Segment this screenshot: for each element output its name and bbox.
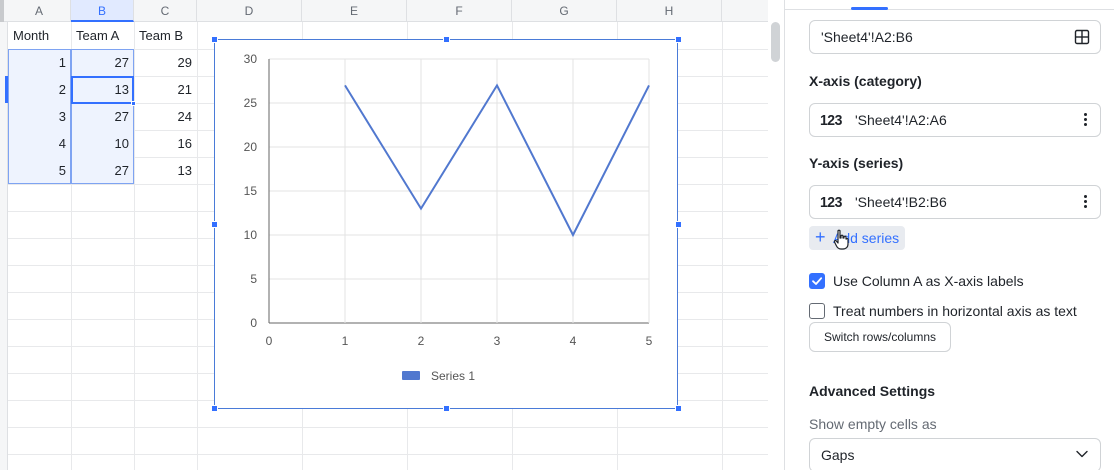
chevron-down-icon — [1076, 450, 1088, 458]
x-tick-label: 1 — [342, 334, 349, 348]
x-axis-section-label: X-axis (category) — [809, 73, 922, 89]
x-axis-range-value: 'Sheet4'!A2:A6 — [855, 112, 947, 128]
chart-settings-panel: 'Sheet4'!A2:B6 X-axis (category) 123 'Sh… — [784, 0, 1114, 470]
x-tick-label: 5 — [646, 334, 653, 348]
resize-handle-right[interactable] — [675, 221, 682, 228]
grid-line — [722, 22, 723, 470]
check-icon — [812, 277, 823, 285]
data-range-value: 'Sheet4'!A2:B6 — [821, 29, 913, 45]
use-column-a-checkbox[interactable] — [809, 273, 825, 289]
column-header-row: A B C D E F G H — [0, 0, 768, 22]
grid-line — [8, 454, 768, 455]
column-header-c[interactable]: C — [134, 0, 197, 22]
advanced-settings-heading[interactable]: Advanced Settings — [809, 383, 935, 399]
select-all-corner[interactable] — [0, 0, 4, 22]
cell-a4[interactable]: 3 — [8, 103, 71, 130]
more-options-icon[interactable] — [1084, 195, 1088, 209]
show-empty-cells-select[interactable]: Gaps — [809, 438, 1101, 470]
y-tick-label: 0 — [250, 316, 257, 330]
cell-b6[interactable]: 27 — [71, 157, 134, 184]
cell-c4[interactable]: 24 — [134, 103, 197, 130]
panel-tab-divider — [785, 9, 1114, 10]
cell-b3[interactable]: 13 — [71, 76, 134, 103]
resize-handle-top-right[interactable] — [675, 36, 682, 43]
cell-a3[interactable]: 2 — [8, 76, 71, 103]
cell-a6[interactable]: 5 — [8, 157, 71, 184]
data-range-field[interactable]: 'Sheet4'!A2:B6 — [809, 20, 1101, 54]
number-type-icon: 123 — [820, 193, 842, 211]
y-tick-label: 30 — [244, 52, 258, 66]
y-tick-label: 10 — [244, 228, 258, 242]
column-header-a[interactable]: A — [8, 0, 71, 22]
cell-b5[interactable]: 10 — [71, 130, 134, 157]
x-tick-label: 0 — [266, 334, 273, 348]
y-tick-label: 5 — [250, 272, 257, 286]
grid-line — [197, 22, 198, 470]
cell-c6[interactable]: 13 — [134, 157, 197, 184]
switch-rows-columns-button[interactable]: Switch rows/columns — [809, 322, 951, 352]
line-chart[interactable]: 0 5 10 15 20 25 30 0 1 2 3 4 5 Series 1 — [214, 39, 678, 409]
x-tick-label: 4 — [570, 334, 577, 348]
treat-numbers-checkbox[interactable] — [809, 303, 825, 319]
more-options-icon[interactable] — [1084, 113, 1088, 127]
resize-handle-bottom-left[interactable] — [211, 405, 218, 412]
cell-c1[interactable]: Team B — [134, 22, 197, 49]
legend-label: Series 1 — [431, 369, 475, 383]
column-header-b[interactable]: B — [71, 0, 134, 22]
y-axis-range-value: 'Sheet4'!B2:B6 — [855, 194, 947, 210]
treat-numbers-label: Treat numbers in horizontal axis as text — [833, 303, 1077, 319]
cell-a1[interactable]: Month — [8, 22, 71, 49]
grid-line — [8, 427, 768, 428]
column-header-g[interactable]: G — [512, 0, 617, 22]
add-series-button[interactable]: + Add series — [809, 226, 905, 250]
cell-a5[interactable]: 4 — [8, 130, 71, 157]
resize-handle-left[interactable] — [211, 221, 218, 228]
y-axis-range-field[interactable]: 123 'Sheet4'!B2:B6 — [809, 185, 1101, 219]
resize-handle-bottom-right[interactable] — [675, 405, 682, 412]
legend-swatch — [402, 371, 420, 380]
use-column-a-label: Use Column A as X-axis labels — [833, 273, 1024, 289]
cell-c2[interactable]: 29 — [134, 49, 197, 76]
y-tick-label: 15 — [244, 184, 258, 198]
x-tick-label: 2 — [418, 334, 425, 348]
active-tab-indicator — [851, 7, 888, 10]
grid-select-icon[interactable] — [1074, 29, 1090, 45]
y-tick-label: 25 — [244, 96, 258, 110]
x-tick-label: 3 — [494, 334, 501, 348]
show-empty-cells-value: Gaps — [821, 447, 855, 463]
cell-c5[interactable]: 16 — [134, 130, 197, 157]
plus-icon: + — [815, 227, 826, 247]
resize-handle-top[interactable] — [443, 36, 450, 43]
resize-handle-top-left[interactable] — [211, 36, 218, 43]
resize-handle-bottom[interactable] — [443, 405, 450, 412]
y-tick-label: 20 — [244, 140, 258, 154]
cell-a2[interactable]: 1 — [8, 49, 71, 76]
vertical-scrollbar[interactable] — [771, 22, 780, 62]
number-type-icon: 123 — [820, 111, 842, 129]
show-empty-cells-label: Show empty cells as — [809, 416, 937, 432]
y-axis-section-label: Y-axis (series) — [809, 155, 904, 171]
cell-b2[interactable]: 27 — [71, 49, 134, 76]
column-header-h[interactable]: H — [617, 0, 722, 22]
column-header-d[interactable]: D — [197, 0, 302, 22]
column-header-f[interactable]: F — [407, 0, 512, 22]
cell-b4[interactable]: 27 — [71, 103, 134, 130]
x-axis-range-field[interactable]: 123 'Sheet4'!A2:A6 — [809, 103, 1101, 137]
column-header-e[interactable]: E — [302, 0, 407, 22]
cell-b1[interactable]: Team A — [71, 22, 134, 49]
cell-c3[interactable]: 21 — [134, 76, 197, 103]
hand-cursor-icon — [833, 229, 849, 250]
